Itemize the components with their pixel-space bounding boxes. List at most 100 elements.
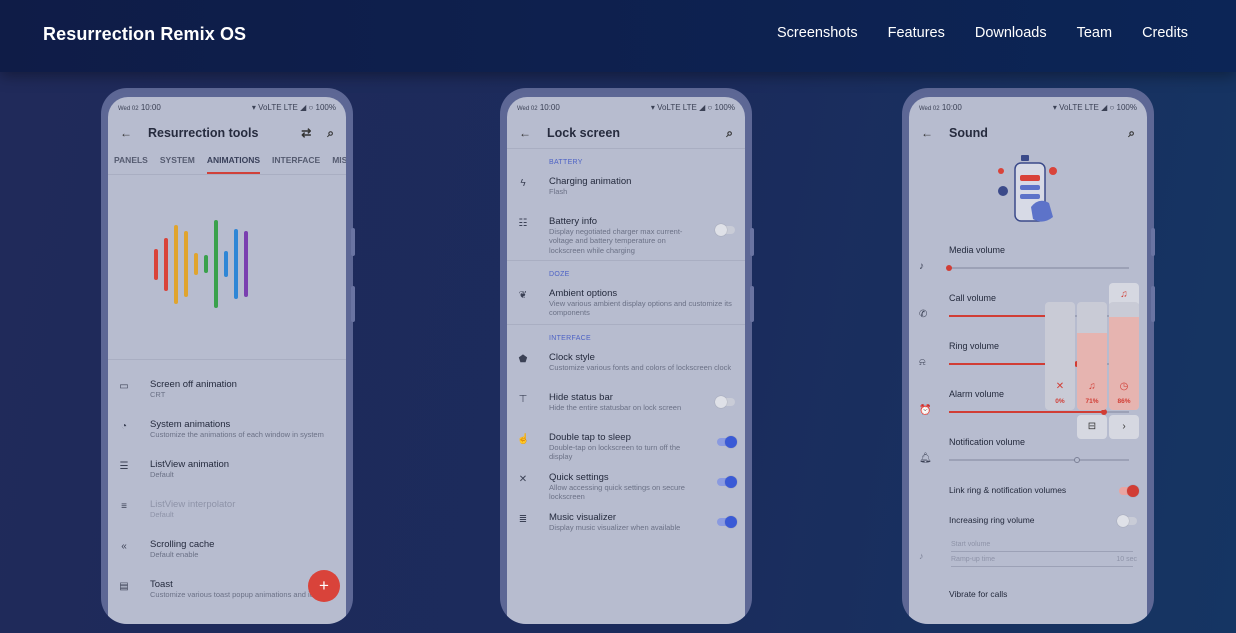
phone-icon: ✆ bbox=[919, 309, 928, 320]
list-item[interactable]: ◔ System animations Customize the animatio… bbox=[108, 415, 346, 455]
search-icon[interactable]: ⌕ bbox=[327, 127, 334, 139]
item-subtitle: Default bbox=[150, 510, 174, 519]
list-item[interactable]: ϟ Charging animation Flash bbox=[507, 172, 745, 212]
scrolling-icon: « bbox=[121, 541, 127, 552]
list-item[interactable]: ⊤ Hide status bar Hide the entire statusba… bbox=[507, 388, 745, 428]
back-arrow-icon[interactable]: ← bbox=[120, 127, 132, 139]
status-battery: 100% bbox=[315, 102, 336, 112]
status-battery: 100% bbox=[714, 102, 735, 112]
leaf-icon: ❦ bbox=[518, 290, 528, 301]
item-title: Music visualizer bbox=[549, 512, 617, 523]
link-ring-toggle[interactable] bbox=[1119, 485, 1139, 497]
status-time: 10:00 bbox=[140, 102, 161, 112]
battery-info-toggle[interactable] bbox=[715, 224, 735, 236]
volume-panel-mute[interactable]: ✕ 0% bbox=[1045, 302, 1075, 410]
alarm-icon: ◷ bbox=[1119, 381, 1129, 392]
ramp-up-slider[interactable] bbox=[951, 566, 1133, 567]
item-subtitle: Hide the entire statusbar on lock screen bbox=[549, 403, 682, 412]
search-icon[interactable]: ⌕ bbox=[726, 127, 733, 139]
list-item[interactable]: ✕ Quick settings Allow accessing quick set… bbox=[507, 468, 745, 508]
tab-system[interactable]: SYSTEM bbox=[160, 149, 195, 174]
expand-button[interactable]: › bbox=[1109, 415, 1139, 439]
swap-icon[interactable]: ⇄ bbox=[301, 127, 311, 139]
volume-slider[interactable] bbox=[946, 265, 1129, 271]
volume-button bbox=[1151, 286, 1155, 322]
back-arrow-icon[interactable]: ← bbox=[519, 127, 531, 139]
list-icon: ☰ bbox=[119, 461, 129, 472]
double-tap-toggle[interactable] bbox=[717, 436, 737, 448]
nav-link-downloads[interactable]: Downloads bbox=[975, 25, 1047, 41]
panel-value: 0% bbox=[1055, 398, 1065, 405]
volume-slider[interactable] bbox=[949, 457, 1129, 463]
site-brand[interactable]: Resurrection Remix OS bbox=[43, 24, 246, 45]
list-item[interactable]: ☷ Battery info Display negotiated charger … bbox=[507, 212, 745, 260]
nav-link-credits[interactable]: Credits bbox=[1142, 25, 1188, 41]
power-button bbox=[1151, 228, 1155, 256]
hide-status-bar-toggle[interactable] bbox=[715, 396, 735, 408]
search-icon[interactable]: ⌕ bbox=[1128, 127, 1135, 139]
volume-slider[interactable] bbox=[949, 409, 1129, 415]
status-bar: Wed 02 10:00 ▾ VoLTE LTE ◢ ○ 100% bbox=[118, 102, 336, 112]
list-item[interactable]: ≣ Music visualizer Display music visualize… bbox=[507, 508, 745, 548]
volume-panel-ring[interactable]: ♫ 71% bbox=[1077, 302, 1107, 410]
ramp-up-value: 10 sec bbox=[1116, 556, 1137, 563]
captions-off-icon: ⊟ bbox=[1087, 421, 1097, 432]
music-visualizer-toggle[interactable] bbox=[717, 516, 737, 528]
section-header-interface: INTERFACE bbox=[549, 335, 591, 342]
panel-value: 86% bbox=[1117, 398, 1131, 405]
quick-settings-icon: ✕ bbox=[518, 474, 528, 485]
captions-button[interactable]: ⊟ bbox=[1077, 415, 1107, 439]
item-subtitle: Flash bbox=[549, 187, 568, 196]
list-item[interactable]: ⬟ Clock style Customize various fonts and … bbox=[507, 348, 745, 388]
nav-link-features[interactable]: Features bbox=[888, 25, 945, 41]
tab-misc[interactable]: MISC bbox=[332, 149, 346, 174]
volume-button bbox=[750, 286, 754, 322]
list-item[interactable]: ▭ Screen off animation CRT bbox=[108, 375, 346, 415]
logo-bar bbox=[174, 224, 178, 304]
ramp-up-label: Ramp-up time bbox=[951, 556, 995, 563]
list-item[interactable]: ☰ ListView animation Default bbox=[108, 455, 346, 495]
add-fab-button[interactable]: + bbox=[308, 570, 340, 602]
list-item[interactable]: ☝ Double tap to sleep Double-tap on locksc… bbox=[507, 428, 745, 468]
volume-row: ♪ Media volume bbox=[909, 241, 1147, 289]
item-title: Ambient options bbox=[549, 288, 618, 299]
bell-icon: 🔔︎ bbox=[919, 453, 932, 464]
alarm-icon: ⏰ bbox=[919, 405, 932, 416]
bell-icon: ♫ bbox=[1088, 381, 1096, 392]
volume-panel-alarm[interactable]: ◷ 86% bbox=[1109, 302, 1139, 410]
logo-bar bbox=[194, 253, 198, 275]
screen-off-icon: ▭ bbox=[119, 381, 129, 392]
music-visualizer-icon: ≣ bbox=[518, 514, 528, 525]
tab-interface[interactable]: INTERFACE bbox=[272, 149, 320, 174]
item-title: Hide status bar bbox=[549, 392, 613, 403]
tab-animations[interactable]: ANIMATIONS bbox=[206, 149, 261, 174]
music-note-icon: ♪ bbox=[919, 261, 924, 272]
list-item[interactable]: Link ring & notification volumes bbox=[909, 481, 1147, 511]
back-arrow-icon[interactable]: ← bbox=[921, 127, 933, 139]
status-bar-icon: ⊤ bbox=[518, 394, 528, 405]
list-item[interactable]: « Scrolling cache Default enable bbox=[108, 535, 346, 575]
wifi-icon: ▾ bbox=[251, 102, 256, 112]
tab-panels[interactable]: PANELS bbox=[114, 149, 148, 174]
increasing-ring-toggle[interactable] bbox=[1117, 515, 1137, 527]
section-header-doze: DOZE bbox=[549, 271, 570, 278]
item-title: Quick settings bbox=[549, 472, 609, 483]
status-time: 10:00 bbox=[539, 102, 560, 112]
list-item[interactable]: Increasing ring volume bbox=[909, 511, 1147, 537]
item-subtitle: CRT bbox=[150, 390, 166, 399]
item-subtitle: Double-tap on lockscreen to turn off the… bbox=[549, 443, 681, 462]
nav-link-screenshots[interactable]: Screenshots bbox=[777, 25, 858, 41]
logo-bar bbox=[204, 255, 208, 273]
clock-style-icon: ⬟ bbox=[518, 354, 528, 365]
list-item[interactable]: ❦ Ambient options View various ambient dis… bbox=[507, 284, 745, 324]
nav-link-team[interactable]: Team bbox=[1077, 25, 1112, 41]
list-item[interactable]: Vibrate for calls bbox=[909, 585, 1147, 605]
app-toolbar: ← Sound ⌕ bbox=[909, 117, 1147, 149]
status-signal: VoLTE LTE bbox=[657, 102, 697, 112]
app-toolbar: ← Resurrection tools ⇄ ⌕ bbox=[108, 117, 346, 149]
quick-settings-toggle[interactable] bbox=[717, 476, 737, 488]
app-toolbar: ← Lock screen ⌕ bbox=[507, 117, 745, 149]
item-subtitle: Display music visualizer when available bbox=[549, 523, 681, 532]
item-subtitle: Display negotiated charger max current-v… bbox=[549, 227, 683, 255]
item-subtitle: View various ambient display options and… bbox=[549, 299, 732, 318]
